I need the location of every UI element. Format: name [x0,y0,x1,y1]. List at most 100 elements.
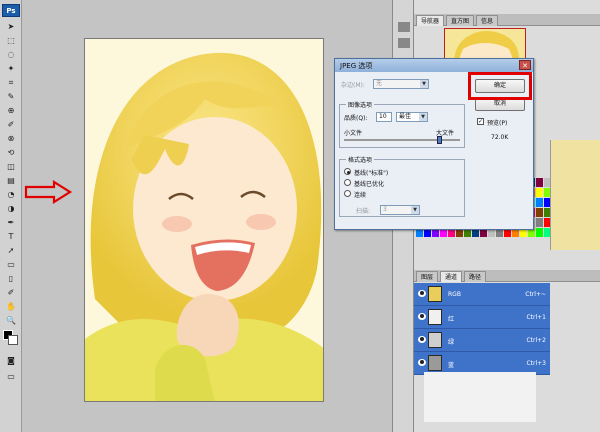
anime-girl-illustration [85,39,323,401]
channel-row[interactable]: 红 Ctrl+1 [414,306,550,329]
channel-thumbnail [428,309,442,325]
crop-tool-icon[interactable]: ⌗ [4,78,18,88]
red-arrow-annotation [24,180,73,204]
photoshop-logo: Ps [2,4,20,17]
channel-name: 蓝 [448,362,455,369]
quality-input[interactable]: 10 [376,112,392,122]
format-radio[interactable] [344,179,351,186]
format-options-group: 格式选项 基线("标准") 基线已优化 连续 扫描: 3 ▼ [339,155,465,217]
tab-navigator[interactable]: 导航器 [416,15,445,26]
channel-list: RGB Ctrl+~ 红 Ctrl+1 绿 Ctrl+2 蓝 Ctrl+3 [414,283,550,375]
eraser-tool-icon[interactable]: ◫ [4,162,18,172]
quality-slider-handle[interactable] [436,136,442,144]
image-options-group: 图像选项 品质(Q): 10 最佳 ▼ 小文件 大文件 [339,100,465,148]
scan-value: 3 [383,206,387,213]
eye-icon[interactable] [418,359,426,366]
matte-label: 杂边(M): [341,82,365,89]
format-radio[interactable] [344,190,351,197]
format-option-label: 基线("标准") [354,170,389,177]
eyedropper2-tool-icon[interactable]: ✐ [4,288,18,298]
dialog-title: JPEG 选项 [340,62,373,70]
heal-tool-icon[interactable]: ⊕ [4,106,18,116]
tab-histogram[interactable]: 直方图 [446,15,475,26]
marquee-tool-icon[interactable]: ⬚ [4,36,18,46]
channel-thumbnail [428,332,442,348]
quality-preset-dropdown[interactable]: 最佳 ▼ [396,112,428,122]
channel-row[interactable]: RGB Ctrl+~ [414,283,550,306]
scan-dropdown[interactable]: 3 ▼ [380,205,420,215]
quality-slider-track[interactable] [344,139,460,141]
zoom-tool-icon[interactable]: 🔍 [4,316,18,326]
tab-layers[interactable]: 图层 [416,271,439,282]
scan-label: 扫描: [356,208,371,215]
channel-shortcut: Ctrl+2 [526,337,546,344]
channel-shortcut: Ctrl+1 [526,314,546,321]
color-swatch[interactable] [536,188,543,197]
channel-shortcut: Ctrl+~ [525,291,546,298]
quality-label: 品质(Q): [344,115,368,122]
shape-tool-icon[interactable]: ▭ [4,260,18,270]
background-color-swatch[interactable] [8,335,18,345]
format-radio[interactable] [344,168,351,175]
close-icon[interactable]: ✕ [519,60,531,70]
navigator-tabrow: 导航器 直方图 信息 [414,14,600,26]
channel-name: 绿 [448,339,455,346]
format-option-label: 连续 [354,192,367,199]
quality-preset-value: 最佳 [399,113,412,120]
pen-tool-icon[interactable]: ✒ [4,218,18,228]
move-tool-icon[interactable]: ➤ [4,22,18,32]
eyedropper-tool-icon[interactable]: ✎ [4,92,18,102]
color-swatch[interactable] [536,218,543,227]
history-brush-tool-icon[interactable]: ⟲ [4,148,18,158]
chevron-down-icon: ▼ [411,206,419,214]
stamp-tool-icon[interactable]: ⊗ [4,134,18,144]
panel-play-icon[interactable] [398,38,410,48]
channel-thumbnail [428,286,442,302]
matte-value: 无 [376,80,383,87]
notes-tool-icon[interactable]: ▯ [4,274,18,284]
color-swatch[interactable] [536,208,543,217]
matte-dropdown[interactable]: 无 ▼ [373,79,429,89]
channel-name: 红 [448,316,455,323]
preview-label: 预览(P) [487,120,508,127]
channel-shortcut: Ctrl+3 [526,360,546,367]
eye-icon[interactable] [418,290,426,297]
preview-strip [550,140,600,250]
file-size: 72.0K [491,134,509,141]
wand-tool-icon[interactable]: ✦ [4,64,18,74]
gradient-tool-icon[interactable]: ▤ [4,176,18,186]
quick-mask-icon[interactable]: ◙ [4,356,18,366]
blur-tool-icon[interactable]: ◔ [4,190,18,200]
tab-channels[interactable]: 通道 [440,271,463,282]
ok-button-highlight [468,72,532,100]
brush-tool-icon[interactable]: ✐ [4,120,18,130]
layers-tabrow: 图层 通道 路径 [414,270,600,282]
chevron-down-icon: ▼ [420,80,428,88]
tab-info[interactable]: 信息 [476,15,499,26]
dodge-tool-icon[interactable]: ◑ [4,204,18,214]
format-options-title: 格式选项 [346,155,375,164]
channel-name: RGB [448,291,461,298]
color-swatch[interactable] [536,178,543,187]
hand-tool-icon[interactable]: ✋ [4,302,18,312]
color-swatch[interactable] [536,198,543,207]
image-options-title: 图像选项 [346,100,375,109]
channel-row[interactable]: 绿 Ctrl+2 [414,329,550,352]
toolbox: Ps ➤ ⬚ ◌ ✦ ⌗ ✎ ⊕ ✐ ⊗ ⟲ ◫ ▤ ◔ ◑ ✒ T ➚ ▭ ▯ ✐ ✋ 🔍 ◙ ▭ [0,0,22,432]
chevron-down-icon: ▼ [419,113,427,121]
panel-collapse-icon[interactable] [398,22,410,32]
color-swatch[interactable] [536,228,543,237]
document-canvas[interactable] [84,38,324,402]
type-tool-icon[interactable]: T [4,232,18,242]
eye-icon[interactable] [418,313,426,320]
preview-checkbox[interactable]: ✓ [477,118,484,125]
tab-paths[interactable]: 路径 [464,271,487,282]
path-select-tool-icon[interactable]: ➚ [4,246,18,256]
panel-empty-area [424,372,536,422]
small-file-label: 小文件 [344,130,363,137]
screen-mode-icon[interactable]: ▭ [4,372,18,382]
channel-thumbnail [428,355,442,371]
eye-icon[interactable] [418,336,426,343]
lasso-tool-icon[interactable]: ◌ [4,50,18,60]
dialog-titlebar[interactable]: JPEG 选项 ✕ [335,59,533,72]
